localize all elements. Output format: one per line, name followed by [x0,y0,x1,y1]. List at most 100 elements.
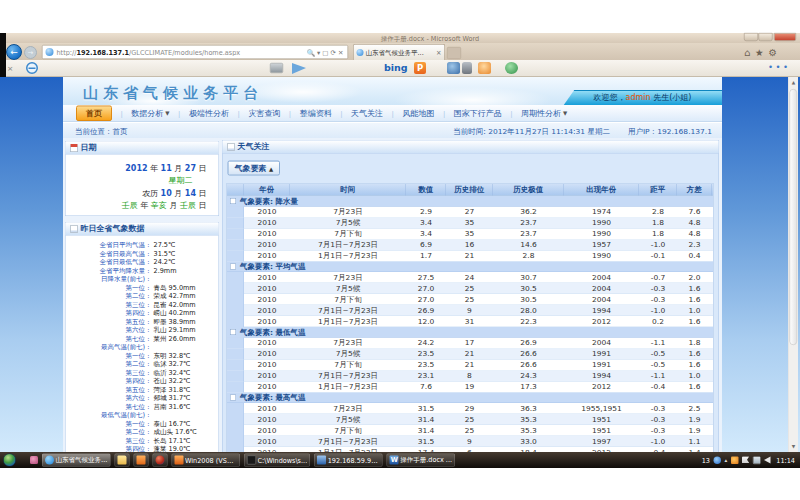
address-bar[interactable]: http://192.168.137.1/GLCCLIMATE/modules/… [42,45,348,59]
nav-item-1[interactable]: 数据分析 [131,108,163,119]
nav-caret-icon: ▼ [165,110,169,117]
table-cell: 17 [446,338,493,349]
toolbar-camera-icon[interactable] [270,63,283,73]
table-cell: 1月1日~7月23日 [290,382,406,393]
table-cell: -1.0 [639,240,677,251]
table-cell: 2010 [244,316,290,327]
weather-panel-header: 天气关注 [223,141,719,154]
table-cell: 22.3 [493,316,564,327]
action-center-flag-icon[interactable] [742,456,750,464]
row-gutter [227,436,244,447]
scroll-up-icon[interactable]: ▲ [789,77,799,88]
scrollbar-thumb[interactable] [790,89,798,345]
stat-row: 全省日最高气温：31.5℃ [66,249,219,258]
table-cell: -0.5 [639,349,677,360]
table-cell: 7.6 [677,207,712,218]
tray-expand-icon[interactable]: ▴ [725,457,728,464]
breadcrumb: 当前位置：首页 [75,127,128,137]
toolbar-send-icon[interactable] [292,63,306,74]
table-header-row: 年份时间数值历史排位历史极值出现年份距平方差 [227,184,713,196]
nav-item-7[interactable]: 国家下行产品 [454,108,502,119]
back-button[interactable]: ← [6,44,22,60]
table-cell: 23.7 [493,229,564,240]
taskbar-button-rdp[interactable]: 192.168.59.99... [314,454,383,467]
taskbar-button-word[interactable]: W操作手册.docx ... [387,454,455,467]
browser-tab[interactable]: 山东省气候业务平... × [353,44,445,60]
new-tab-button[interactable] [447,47,461,59]
nav-separator: | [289,109,291,117]
table-cell: 1月1日~7月23日 [290,316,406,327]
network-icon[interactable] [753,456,761,464]
stat-row: 全省日最低气温：24.2℃ [66,258,219,267]
table-cell: 24.3 [493,371,564,382]
nav-item-8[interactable]: 周期性分析 [521,108,561,119]
nav-item-0[interactable]: 首页 [76,105,112,121]
volume-icon[interactable] [764,457,771,464]
nav-item-6[interactable]: 风能地图 [402,108,434,119]
section-checkbox[interactable] [230,198,236,204]
scroll-down-icon[interactable]: ▼ [789,441,799,452]
window-close-button[interactable] [774,33,796,41]
date-panel: 日期 2012 年 11 月 27 日星期二农历 10 月 14 日壬辰 年 辛… [65,141,219,216]
tray-blue-icon[interactable] [714,456,722,464]
taskbar-button-ie[interactable]: 山东省气候业务平... [42,454,111,467]
table-cell: 1月1日~7月23日 [290,251,406,262]
weather-table: 年份时间数值历史排位历史极值出现年份距平方差气象要素: 降水量20107月23日… [227,184,714,454]
tray-ime-icon[interactable] [731,456,739,464]
table-row: 20107月下旬23.52126.61991-0.51.6 [227,360,713,371]
rank-row: 第五位：菏泽 31.8℃ [66,385,219,394]
nav-item-5[interactable]: 天气关注 [351,108,383,119]
address-bar-icons[interactable]: 🔍 ▾ ▢ ⟳ ✕ [307,48,348,56]
section-checkbox[interactable] [230,395,236,401]
table-cell: 2010 [244,338,290,349]
favorites-star-icon[interactable]: ★ [755,47,764,58]
table-cell: 7月5候 [290,414,406,425]
table-row: 20107月1日~7月23日31.5933.01997-1.01.1 [227,436,713,447]
table-cell: 1997 [564,436,639,447]
toolbar-icon-2[interactable] [462,62,472,74]
toolbar-icon-4[interactable] [505,62,518,74]
window-minimize-button[interactable] [744,33,758,41]
tab-close-icon[interactable]: × [436,49,441,57]
nav-item-3[interactable]: 灾害查询 [248,108,280,119]
row-gutter [227,294,244,305]
taskbar-button-round[interactable] [153,454,168,467]
toolbar-circle-icon[interactable] [26,62,38,74]
window-maximize-button[interactable] [759,33,773,41]
table-cell: 2.3 [677,240,712,251]
taskbar-clock: 11:14 [776,456,795,464]
table-cell: -0.5 [639,360,677,371]
table-cell: 2010 [244,305,290,316]
date-panel-body: 2012 年 11 月 27 日星期二农历 10 月 14 日壬辰 年 辛亥 月… [66,155,219,212]
table-cell: 30.5 [493,283,564,294]
toolbar-more-icon[interactable]: ••• [768,62,791,72]
nav-item-2[interactable]: 极端性分析 [189,108,229,119]
taskbar-button-vm[interactable]: Win2008 (VS2... [172,454,241,467]
settings-gear-icon[interactable]: ⚙ [769,47,778,58]
toolbar-p-icon[interactable]: P [414,62,426,74]
row-gutter [227,414,244,425]
taskbar-button-orange[interactable] [134,454,149,467]
taskbar-button-cmd[interactable]: C:\Windows\s... [244,454,310,467]
start-button[interactable] [3,454,16,467]
page-favicon [46,48,54,56]
table-cell: 2010 [244,425,290,436]
toolbar-icon-1[interactable] [447,62,460,74]
section-checkbox[interactable] [230,264,236,270]
cmd-icon [247,456,256,465]
table-cell: 21 [446,349,493,360]
toolbar-close-icon[interactable]: × [7,64,13,73]
toolbar-icon-3[interactable] [478,62,491,74]
table-cell: 7月下旬 [290,360,406,371]
nav-item-4[interactable]: 整编资料 [300,108,332,119]
tray-app-icon[interactable] [30,456,38,464]
vm-icon [175,456,184,465]
forward-button[interactable]: → [24,46,37,59]
section-checkbox[interactable] [230,329,236,335]
stats-panel-title: 昨日全省气象数据 [81,224,145,235]
bing-logo[interactable]: bing [384,62,408,73]
element-selector-button[interactable]: 气象要素▲ [228,161,281,176]
taskbar-button-folder[interactable] [115,454,130,467]
scrollbar[interactable]: ▲ ▼ [788,77,798,453]
home-icon[interactable]: ⌂ [744,47,750,58]
